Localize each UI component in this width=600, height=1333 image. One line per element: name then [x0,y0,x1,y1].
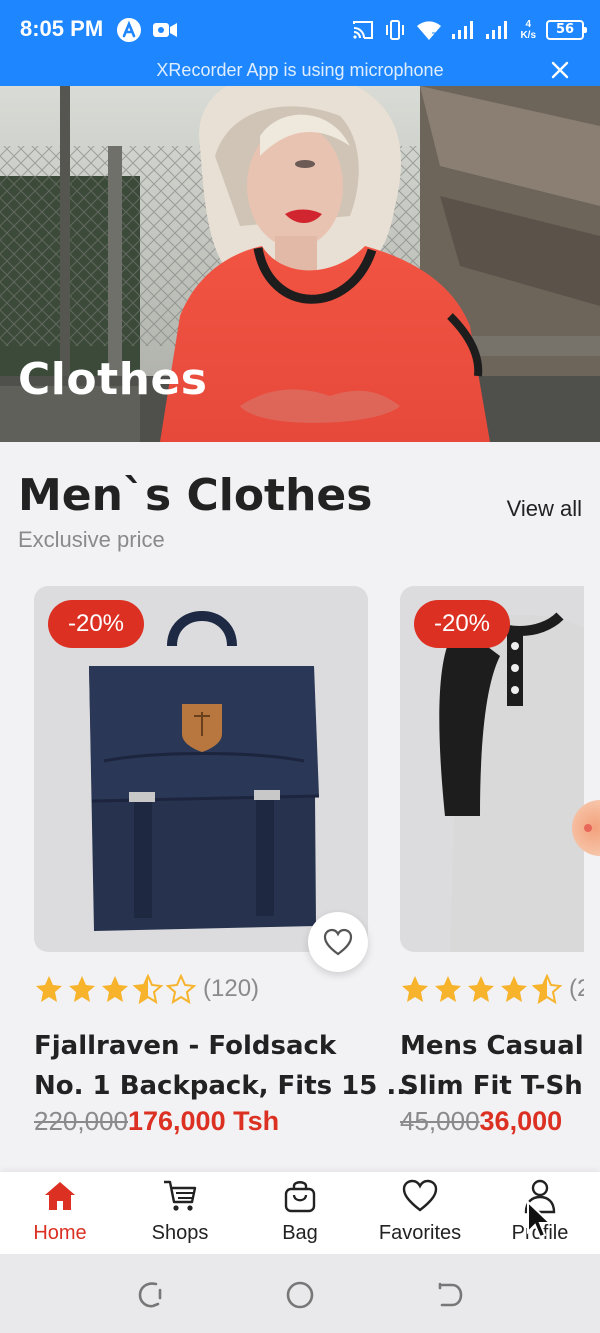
view-all-link[interactable]: View all [507,496,582,522]
discount-badge: -20% [414,600,510,648]
product-name-line1: Fjallraven - Foldsack [34,1031,337,1061]
star-full-icon [435,976,461,1002]
network-speed-value: 4 [525,19,531,30]
recents-icon[interactable] [136,1280,166,1310]
product-name-line1: Mens Casual [400,1031,584,1061]
rating-count: (120) [203,975,260,1002]
new-price: 176,000 Tsh [127,1106,280,1136]
star-full-icon [69,976,95,1002]
nav-item-favorites[interactable]: Favorites [360,1172,480,1254]
mouse-cursor-icon [527,1200,552,1239]
back-icon[interactable] [434,1280,464,1310]
recording-banner-text: XRecorder App is using microphone [156,60,444,80]
hero-banner[interactable]: Clothes [0,86,600,442]
nav-label: Home [33,1222,87,1244]
vibrate-icon [386,20,405,40]
discount-badge: -20% [48,600,144,648]
old-price: 45,000 [400,1106,480,1136]
status-bar: 8:05 PM 4 K/s 56 [0,0,600,58]
old-price: 220,000 [34,1106,128,1136]
price-row: 220,000176,000 Tsh [34,1106,279,1137]
product-rating: (120) [34,972,259,1006]
cast-icon [353,21,374,39]
status-time: 8:05 PM [20,16,104,41]
star-full-icon [36,976,62,1002]
star-empty-icon [166,974,196,1004]
network-speed-unit: K/s [520,30,536,41]
section-title: Men`s Clothes [18,470,373,521]
star-full-icon [501,976,527,1002]
cart-icon [164,1180,197,1211]
heart-icon [402,1179,438,1212]
signal-icon-2 [486,21,508,39]
nav-item-home[interactable]: Home [0,1172,120,1254]
home-circle-icon[interactable] [285,1280,315,1310]
star-full-icon [468,976,494,1002]
wifi-icon [417,21,442,40]
product-name-line2: Slim Fit T-Shi [400,1071,584,1101]
status-icons: 4 K/s 56 [352,14,587,46]
recording-banner: XRecorder App is using microphone [0,58,600,86]
section-subtitle: Exclusive price [18,527,165,552]
hero-title: Clothes [18,354,208,405]
star-full-icon [102,976,128,1002]
nav-label: Favorites [378,1222,462,1244]
home-icon [45,1182,75,1210]
nav-label: Shops [151,1222,209,1244]
product-name[interactable]: Mens Casual Slim Fit T-Shi [400,1026,584,1106]
bag-icon [284,1181,316,1213]
nav-label: Bag [282,1222,318,1244]
nav-item-bag[interactable]: Bag [240,1172,360,1254]
battery-level: 56 [555,22,575,37]
app-logo-icon [117,18,141,42]
nav-item-shops[interactable]: Shops [120,1172,240,1254]
product-name[interactable]: Fjallraven - Foldsack No. 1 Backpack, Fi… [34,1026,417,1106]
bottom-navigation: Home Shops Bag Favorites Profile [0,1172,600,1254]
star-half-icon [133,974,163,1004]
close-icon[interactable] [550,60,570,80]
product-carousel[interactable]: -20% (120) Fjallraven - Foldsack No. 1 B… [0,586,584,1156]
rating-count: (2 [569,975,584,1002]
price-row: 45,00036,000 [400,1106,562,1137]
heart-outline-icon [323,928,353,956]
system-navigation-bar [0,1254,600,1333]
network-speed: 4 K/s [520,19,536,41]
product-name-line2: No. 1 Backpack, Fits 15 ... [34,1071,417,1101]
favorite-button[interactable] [308,912,368,972]
star-half-icon [532,974,562,1004]
star-full-icon [402,976,428,1002]
new-price: 36,000 [479,1106,563,1136]
product-rating: (2 [400,972,584,1006]
video-camera-icon [153,23,177,37]
signal-icon [452,21,474,39]
battery-icon: 56 [546,20,587,40]
